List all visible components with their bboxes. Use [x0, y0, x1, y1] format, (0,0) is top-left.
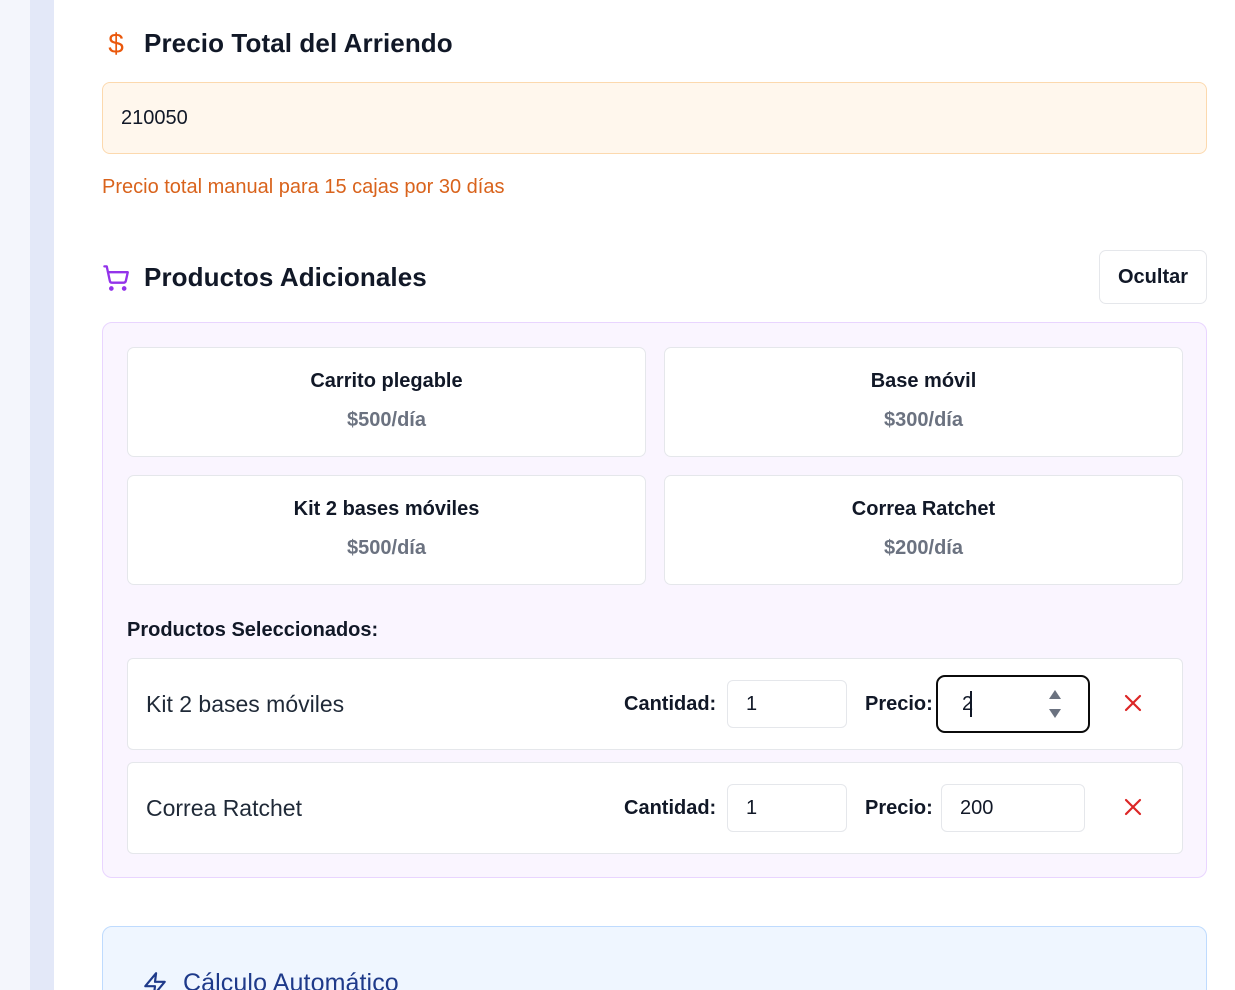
total-price-input[interactable] [102, 82, 1207, 154]
hide-products-button[interactable]: Ocultar [1099, 250, 1207, 304]
auto-calc-header: Cálculo Automático [141, 969, 399, 990]
products-header: Productos Adicionales [102, 262, 427, 293]
left-sidebar-edge [30, 0, 54, 990]
selected-product-row: Kit 2 bases móviles Cantidad: Precio: [127, 658, 1183, 750]
selected-product-name: Kit 2 bases móviles [146, 691, 345, 717]
price-input[interactable] [936, 675, 1090, 733]
quantity-label: Cantidad: [624, 693, 717, 715]
close-icon [1124, 694, 1142, 712]
close-icon [1124, 798, 1142, 816]
product-card-carrito-plegable[interactable]: Carrito plegable $500/día [127, 347, 646, 457]
product-name: Correa Ratchet [851, 498, 996, 520]
dollar-icon: $ [108, 27, 124, 59]
product-price: $300/día [884, 409, 963, 431]
auto-calc-title: Cálculo Automático [183, 969, 399, 990]
cart-icon [102, 264, 130, 292]
products-box: Carrito plegable $500/día Base móvil $30… [102, 322, 1207, 878]
auto-calc-box: Cálculo Automático [102, 926, 1207, 990]
selected-products-title: Productos Seleccionados: [127, 619, 379, 641]
left-sidebar-rail [0, 0, 30, 990]
spinner-down-icon[interactable] [1049, 709, 1061, 718]
remove-product-button[interactable] [1122, 796, 1144, 818]
product-card-correa-ratchet[interactable]: Correa Ratchet $200/día [664, 475, 1183, 585]
price-label: Precio: [865, 693, 933, 715]
total-price-note: Precio total manual para 15 cajas por 30… [102, 176, 505, 198]
products-title: Productos Adicionales [144, 262, 427, 292]
quantity-input[interactable] [727, 784, 847, 832]
product-card-base-movil[interactable]: Base móvil $300/día [664, 347, 1183, 457]
product-price: $500/día [347, 409, 426, 431]
price-input[interactable] [941, 784, 1085, 832]
text-caret [970, 691, 972, 717]
form-panel: $ Precio Total del Arriendo Precio total… [54, 0, 1235, 990]
remove-product-button[interactable] [1122, 692, 1144, 714]
product-name: Carrito plegable [310, 370, 463, 392]
product-card-kit-2-bases[interactable]: Kit 2 bases móviles $500/día [127, 475, 646, 585]
selected-product-name: Correa Ratchet [146, 795, 302, 821]
lightning-icon [141, 970, 169, 990]
product-name: Kit 2 bases móviles [293, 498, 480, 520]
product-price: $500/día [347, 537, 426, 559]
selected-product-row: Correa Ratchet Cantidad: Precio: [127, 762, 1183, 854]
total-price-title: Precio Total del Arriendo [144, 28, 453, 58]
price-label: Precio: [865, 797, 933, 819]
product-price: $200/día [884, 537, 963, 559]
product-catalog: Carrito plegable $500/día Base móvil $30… [127, 347, 1183, 585]
total-price-header: $ Precio Total del Arriendo [102, 28, 453, 59]
number-spinner[interactable] [1048, 690, 1062, 718]
spinner-up-icon[interactable] [1049, 690, 1061, 699]
quantity-label: Cantidad: [624, 797, 717, 819]
product-name: Base móvil [870, 370, 977, 392]
quantity-input[interactable] [727, 680, 847, 728]
